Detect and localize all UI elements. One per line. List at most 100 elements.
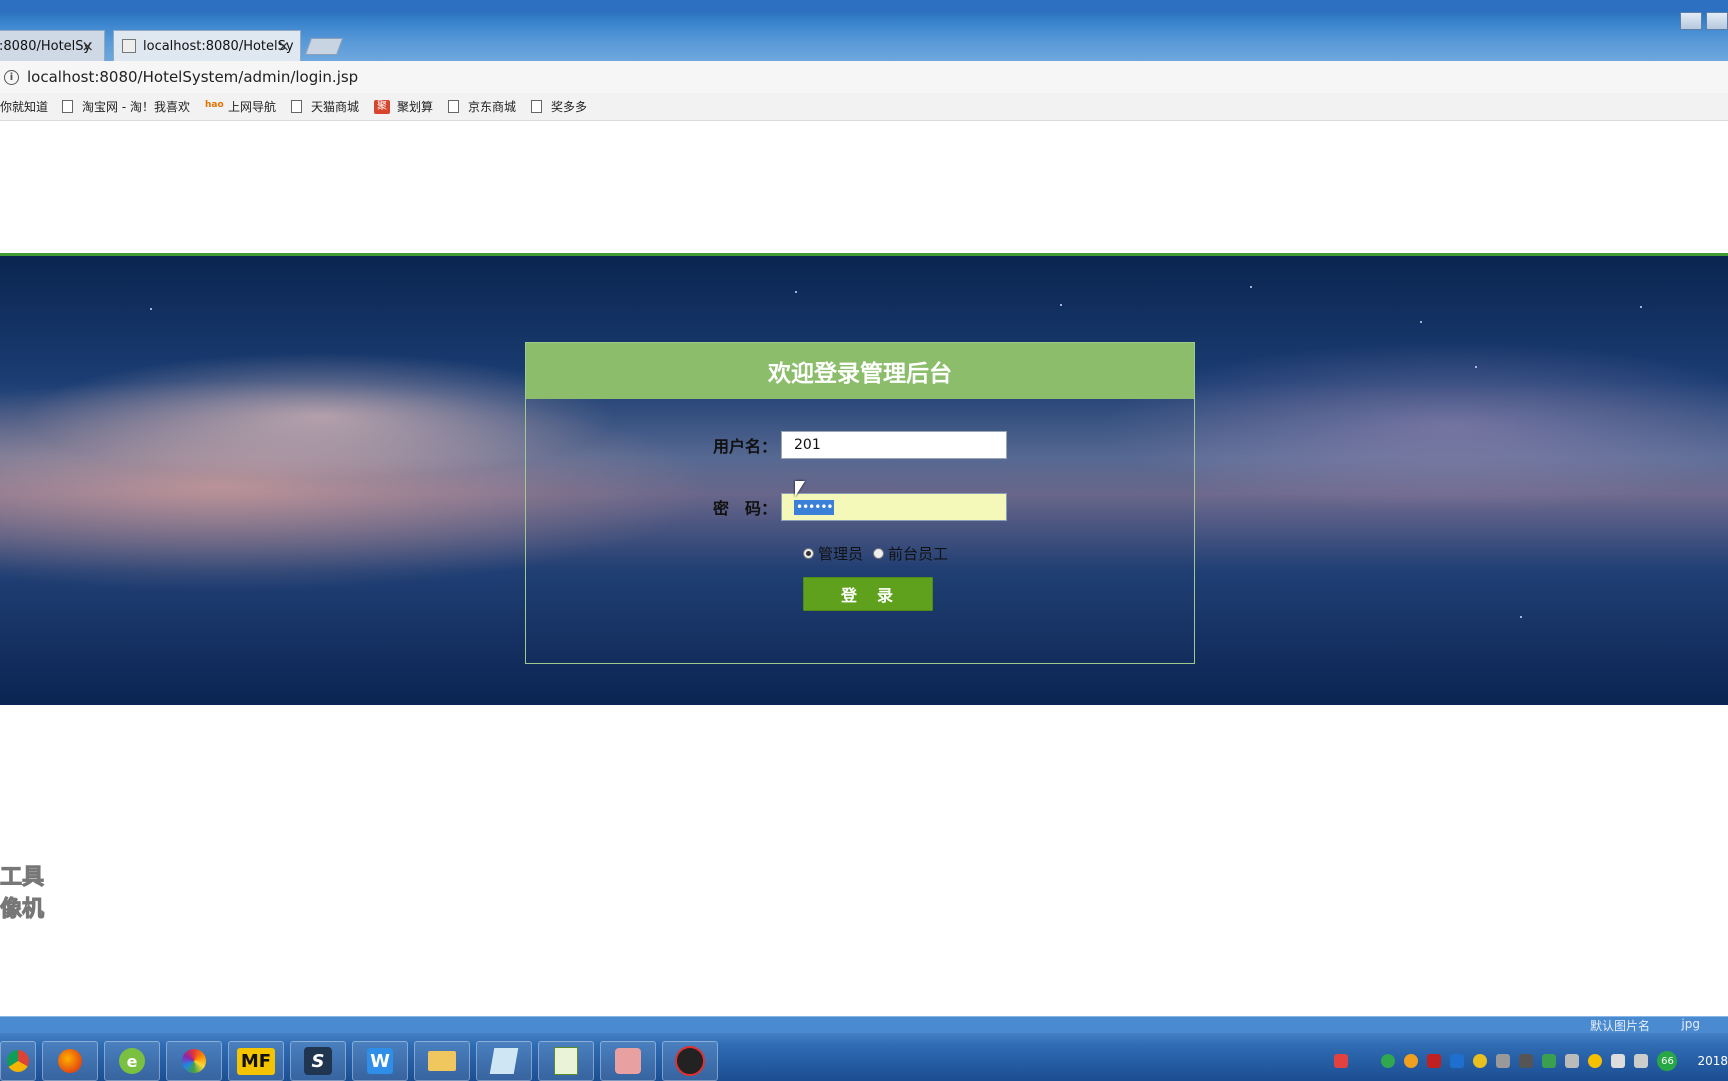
mf-icon[interactable]: MF	[228, 1041, 284, 1081]
role-label[interactable]: 前台员工	[888, 543, 948, 564]
user-tray-icon[interactable]	[1565, 1054, 1580, 1068]
password-value: ••••••	[794, 499, 835, 515]
login-button[interactable]: 登录	[803, 577, 933, 611]
plus-tray-icon[interactable]	[1588, 1054, 1603, 1068]
star	[1475, 366, 1477, 368]
page-icon	[291, 100, 302, 113]
bookmark-item[interactable]: 淘宝网 - 淘！我喜欢	[62, 98, 190, 115]
sublime-icon[interactable]: S	[290, 1041, 346, 1081]
username-row: 用户名： 201	[713, 431, 1008, 459]
bookmark-item[interactable]: 奖多多	[531, 98, 587, 115]
firefox-icon[interactable]	[42, 1041, 98, 1081]
app-tray-icon[interactable]	[1496, 1054, 1511, 1068]
star	[795, 291, 797, 293]
address-bar[interactable]: i localhost:8080/HotelSystem/admin/login…	[0, 61, 1728, 94]
w-icon[interactable]: W	[352, 1041, 408, 1081]
taskbar-strip: 默认图片名 jpg	[0, 1017, 1728, 1033]
mf-label: MF	[236, 1047, 276, 1075]
page-icon	[62, 100, 74, 113]
radio-frontdesk[interactable]	[873, 548, 885, 559]
bookmark-item[interactable]: 你就知道	[0, 98, 48, 115]
role-selector: 管理员 前台员工	[803, 543, 958, 564]
url-text[interactable]: localhost:8080/HotelSystem/admin/login.j…	[27, 68, 358, 86]
star	[1060, 304, 1062, 306]
login-title: 欢迎登录管理后台	[526, 343, 1194, 399]
star	[1520, 616, 1522, 618]
chart-editor-icon[interactable]	[538, 1041, 594, 1081]
hao-icon: hao	[204, 99, 224, 110]
juhuasuan-icon: 聚	[374, 99, 391, 114]
tab-label: localhost:8080/HotelSy	[143, 38, 294, 54]
windows-taskbar: 默认图片名 jpg e MF S W 66 2018	[0, 1016, 1728, 1081]
volume-icon[interactable]	[1634, 1054, 1649, 1068]
user-profile-button[interactable]	[1680, 12, 1702, 30]
chrome-icon[interactable]	[0, 1041, 36, 1081]
watermark-line: 工具	[0, 865, 45, 891]
page-icon	[531, 100, 543, 113]
password-label: 密 码：	[713, 499, 778, 518]
new-tab-button[interactable]	[304, 38, 344, 55]
username-input[interactable]: 201	[781, 431, 1008, 459]
app-tray-icon[interactable]	[1519, 1054, 1534, 1068]
system-tray: 66 2018	[1334, 1041, 1728, 1081]
security-tray-icon[interactable]	[1427, 1054, 1442, 1068]
bookmark-label: 上网导航	[227, 100, 276, 114]
page-favicon-icon	[122, 39, 136, 53]
chrome-tray-icon[interactable]	[1404, 1054, 1419, 1068]
close-icon[interactable]: ×	[81, 37, 94, 55]
clock[interactable]: 2018	[1697, 1054, 1728, 1068]
tray-note: 默认图片名	[1589, 1019, 1650, 1033]
bookmark-label: 奖多多	[551, 100, 588, 114]
recorder-watermark: 工具 像机	[0, 862, 45, 926]
status-badge[interactable]: 66	[1657, 1051, 1678, 1071]
login-panel: 欢迎登录管理后台 用户名： 201 密 码： •••••• 管理员 前台员工 登…	[525, 342, 1195, 664]
star	[1640, 306, 1642, 308]
submit-row: 登录	[803, 577, 933, 611]
tab-inactive[interactable]: :8080/HotelSy ×	[0, 30, 105, 61]
bookmark-item[interactable]: 天猫商城	[291, 98, 359, 115]
star	[1420, 321, 1422, 323]
minimize-button[interactable]	[1706, 12, 1728, 30]
titlebar-highlight	[0, 0, 1728, 13]
mouse-cursor	[795, 481, 805, 497]
bookmarks-bar: 你就知道 淘宝网 - 淘！我喜欢 hao 上网导航 天猫商城 聚 聚划算 京东商…	[0, 93, 1728, 121]
bookmark-item[interactable]: 京东商城	[448, 98, 516, 115]
window-controls	[1676, 12, 1728, 30]
password-input[interactable]: ••••••	[781, 493, 1008, 521]
network-icon[interactable]	[1611, 1054, 1626, 1068]
w-label: W	[367, 1048, 393, 1074]
role-label[interactable]: 管理员	[818, 543, 863, 564]
camera-icon[interactable]	[600, 1041, 656, 1081]
bookmark-label: 你就知道	[0, 100, 49, 114]
robot-icon[interactable]	[662, 1041, 718, 1081]
notepad-icon[interactable]	[476, 1041, 532, 1081]
bookmark-item[interactable]: 聚 聚划算	[374, 98, 433, 115]
star	[150, 308, 152, 310]
windows-tray-icon[interactable]	[1450, 1054, 1465, 1068]
tray-note: jpg	[1681, 1017, 1700, 1031]
star	[1250, 286, 1252, 288]
bookmark-label: 聚划算	[397, 100, 434, 114]
browser-titlebar: :8080/HotelSy × localhost:8080/HotelSy ×	[0, 0, 1728, 61]
username-label: 用户名：	[713, 437, 778, 456]
picasa-icon[interactable]	[166, 1041, 222, 1081]
bookmark-label: 京东商城	[468, 100, 517, 114]
file-explorer-icon[interactable]	[414, 1041, 470, 1081]
username-value: 201	[794, 437, 821, 453]
password-row: 密 码： ••••••	[713, 493, 1008, 521]
sogou-icon[interactable]	[1334, 1054, 1349, 1068]
radio-admin[interactable]	[803, 548, 814, 559]
close-icon[interactable]: ×	[277, 37, 290, 55]
bookmark-label: 淘宝网 - 淘！我喜欢	[82, 100, 190, 114]
page-icon	[448, 100, 460, 113]
taskbar-apps: e MF S W	[0, 1041, 724, 1081]
shield-icon[interactable]	[1542, 1054, 1557, 1068]
watermark-line: 像机	[0, 897, 45, 923]
info-icon[interactable]: i	[4, 69, 19, 85]
360-tray-icon[interactable]	[1381, 1054, 1396, 1068]
tab-active[interactable]: localhost:8080/HotelSy ×	[113, 30, 301, 61]
bookmark-item[interactable]: hao 上网导航	[205, 98, 276, 115]
update-tray-icon[interactable]	[1473, 1054, 1488, 1068]
360-browser-icon[interactable]: e	[104, 1041, 160, 1081]
tab-label: :8080/HotelSy	[0, 38, 92, 54]
